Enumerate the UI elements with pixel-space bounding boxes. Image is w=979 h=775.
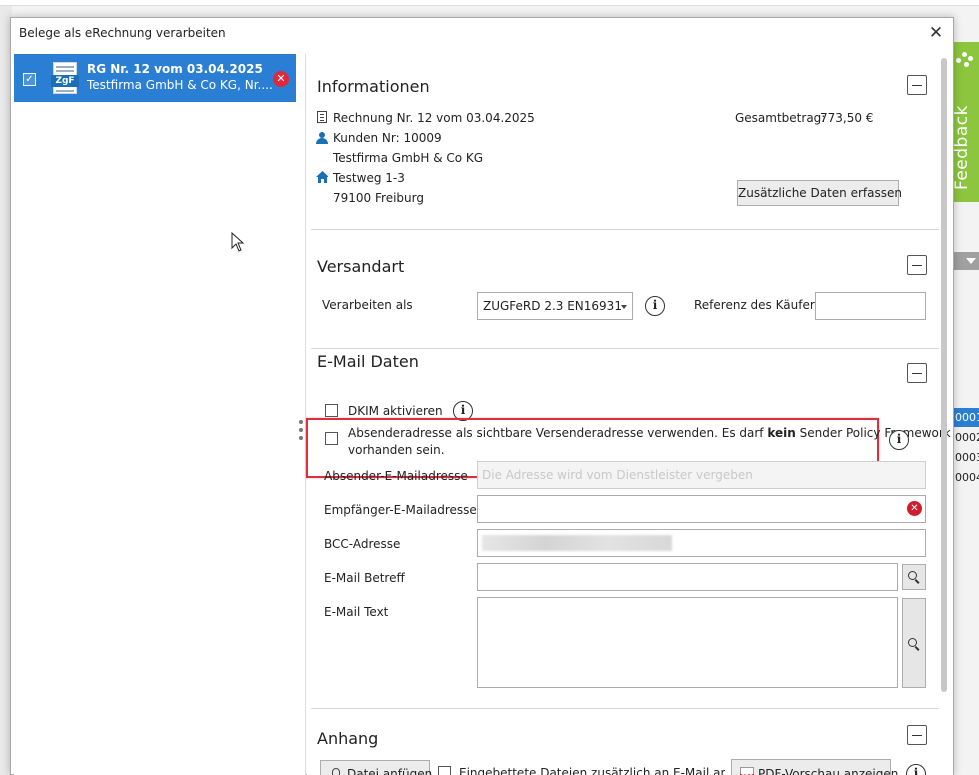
body-search-button[interactable] — [902, 598, 926, 688]
dkim-checkbox[interactable] — [325, 404, 338, 417]
error-icon: ✕ — [907, 501, 922, 516]
additional-data-button[interactable]: Zusätzliche Daten erfassen — [737, 180, 902, 206]
section-title-anhang: Anhang — [317, 729, 379, 748]
total-value: 773,50 € — [820, 111, 874, 125]
subject-search-button[interactable] — [902, 564, 926, 590]
recipient-email-input[interactable] — [477, 495, 926, 523]
section-divider — [311, 229, 939, 230]
dkim-label: DKIM aktivieren — [348, 404, 443, 418]
collapse-versandart-button[interactable] — [907, 255, 927, 275]
erechnung-dialog: Belege als eRechnung verarbeiten ✕ ✓ ZgF… — [10, 17, 954, 775]
customer-name: Testfirma GmbH & Co KG — [333, 151, 484, 165]
processing-format-value: ZUGFeRD 2.3 EN16931 — [483, 299, 622, 313]
customer-number: Kunden Nr: 10009 — [333, 131, 442, 145]
attachment-info-icon[interactable]: i — [906, 764, 926, 775]
buyer-reference-label: Referenz des Käufers — [694, 298, 822, 312]
attach-file-button[interactable]: Datei anfügen — [320, 760, 433, 775]
paperclip-icon — [332, 768, 340, 775]
processing-format-select[interactable]: ZUGFeRD 2.3 EN16931 — [477, 292, 633, 320]
embedded-files-checkbox[interactable] — [438, 766, 451, 775]
total-label: Gesamtbetrag: — [735, 111, 826, 125]
remove-document-icon[interactable]: ✕ — [273, 71, 289, 87]
collapse-anhang-button[interactable] — [907, 725, 927, 745]
bcc-input[interactable] — [477, 529, 926, 557]
body-textarea[interactable] — [477, 597, 898, 688]
attach-file-label: Datei anfügen — [347, 767, 433, 775]
customer-icon — [316, 132, 328, 144]
embedded-files-label: Eingebettete Dateien zusätzlich an E-Mai… — [459, 766, 725, 775]
address-street: Testweg 1-3 — [333, 171, 405, 185]
section-title-email: E-Mail Daten — [317, 352, 419, 371]
feedback-label: Feedback — [952, 105, 972, 190]
background-dropdown-icon[interactable] — [950, 252, 979, 270]
embedded-files-label-clip: Eingebettete Dateien zusätzlich an E-Mai… — [459, 766, 725, 775]
feedback-dots-icon — [956, 52, 974, 72]
scrollbar[interactable] — [941, 58, 947, 692]
sender-email-input: Die Adresse wird vom Dienstleister verge… — [477, 461, 926, 489]
pdf-preview-button[interactable]: PDF-Vorschau anzeigen — [731, 759, 898, 775]
splitter-grip-icon[interactable] — [299, 418, 303, 448]
mouse-cursor-icon — [231, 232, 245, 252]
address-city: 79100 Freiburg — [333, 191, 424, 205]
zugferd-document-icon: ZgF — [51, 62, 79, 96]
search-icon — [908, 571, 920, 583]
invoice-icon — [317, 111, 327, 123]
body-label: E-Mail Text — [324, 605, 389, 619]
pane-splitter[interactable] — [296, 54, 306, 775]
sender-visible-label: Absenderadresse als sichtbare Versendera… — [348, 426, 951, 457]
recipient-email-label: Empfänger-E-Mailadresse — [324, 503, 477, 517]
section-divider — [311, 708, 939, 709]
sender-email-placeholder: Die Adresse wird vom Dienstleister verge… — [482, 468, 753, 482]
section-title-informationen: Informationen — [317, 77, 430, 96]
sender-visible-checkbox[interactable] — [325, 432, 338, 445]
search-icon — [908, 638, 920, 650]
section-divider — [311, 348, 939, 349]
background-top-strip — [0, 0, 979, 6]
bcc-redacted-value — [482, 535, 672, 551]
document-title: RG Nr. 12 vom 03.04.2025 — [87, 62, 263, 76]
dialog-title: Belege als eRechnung verarbeiten — [19, 26, 226, 40]
subject-input[interactable] — [477, 563, 898, 591]
bcc-label: BCC-Adresse — [324, 537, 401, 551]
buyer-reference-input[interactable] — [815, 292, 926, 320]
collapse-email-button[interactable] — [907, 363, 927, 383]
processing-format-label: Verarbeiten als — [322, 298, 413, 312]
chevron-down-icon — [621, 305, 627, 309]
document-subtitle: Testfirma GmbH & Co KG, Nr.... — [87, 78, 273, 92]
sender-email-label: Absender-E-Mailadresse — [324, 469, 468, 483]
sender-visible-info-icon[interactable]: i — [889, 430, 909, 450]
subject-label: E-Mail Betreff — [324, 571, 405, 585]
close-icon[interactable]: ✕ — [925, 22, 947, 44]
document-list: ✓ ZgF RG Nr. 12 vom 03.04.2025 Testfirma… — [14, 54, 296, 775]
invoice-label: Rechnung Nr. 12 vom 03.04.2025 — [333, 111, 535, 125]
address-home-icon — [316, 171, 328, 183]
collapse-informationen-button[interactable] — [907, 75, 927, 95]
details-pane: Informationen Rechnung Nr. 12 vom 03.04.… — [306, 48, 953, 775]
list-item[interactable]: ✓ ZgF RG Nr. 12 vom 03.04.2025 Testfirma… — [14, 54, 296, 102]
pdf-preview-label: PDF-Vorschau anzeigen — [758, 767, 899, 775]
dialog-titlebar: Belege als eRechnung verarbeiten ✕ — [11, 18, 953, 47]
section-title-versandart: Versandart — [317, 257, 405, 276]
document-checkbox[interactable]: ✓ — [23, 73, 36, 86]
format-info-icon[interactable]: i — [645, 296, 665, 316]
zugferd-badge: ZgF — [51, 75, 79, 87]
pdf-icon — [740, 767, 754, 775]
